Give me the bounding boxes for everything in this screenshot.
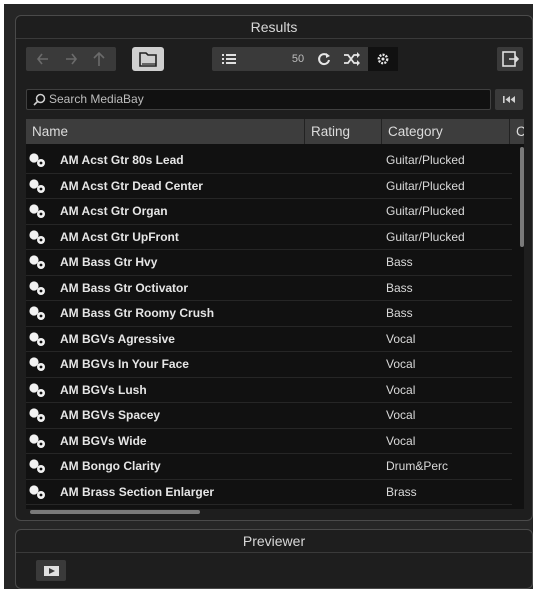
mediabay-window: Results 50 Search MediaBay Name Rating C…: [4, 4, 533, 589]
preset-icon: [29, 433, 45, 448]
row-category: Vocal: [386, 433, 416, 448]
shuffle-icon[interactable]: [340, 47, 364, 71]
search-reset-button[interactable]: [495, 89, 523, 110]
results-panel: Results 50 Search MediaBay Name Rating C…: [15, 15, 533, 521]
row-category: Guitar/Plucked: [386, 204, 465, 218]
preset-icon: [29, 229, 45, 244]
gear-icon: [377, 53, 389, 65]
row-name: AM BGVs Lush: [60, 382, 147, 397]
play-preview-icon: [44, 566, 59, 576]
table-row[interactable]: AM BGVs Agressive Vocal: [26, 327, 512, 352]
table-row[interactable]: AM BGVs Spacey Vocal: [26, 403, 512, 429]
preset-icon: [29, 331, 45, 346]
row-name: AM Acst Gtr UpFront: [60, 229, 179, 244]
previewer-panel: Previewer: [15, 529, 533, 589]
preset-icon: [29, 280, 45, 295]
previewer-title: Previewer: [16, 530, 532, 553]
row-name: AM Bass Gtr Octivator: [60, 280, 189, 295]
row-category: Guitar/Plucked: [386, 229, 465, 244]
table-row[interactable]: AM Bass Gtr Octivator Bass: [26, 276, 512, 301]
vertical-scrollbar[interactable]: [520, 147, 524, 247]
preset-icon: [29, 306, 45, 320]
row-name: AM Bass Gtr Hvy: [60, 255, 158, 269]
row-category: Vocal: [386, 357, 416, 371]
preset-icon: [29, 357, 45, 371]
results-table: Name Rating Category C AM Acst Gtr 80s L…: [26, 119, 524, 509]
table-row[interactable]: AM Bongo Clarity Drum&Perc: [26, 454, 512, 480]
refresh-icon[interactable]: [312, 47, 336, 71]
table-row[interactable]: AM Acst Gtr Organ Guitar/Plucked: [26, 199, 512, 225]
row-category: Bass: [386, 306, 413, 320]
row-category: Guitar/Plucked: [386, 153, 465, 167]
row-category: Vocal: [386, 331, 416, 346]
table-row[interactable]: AM Acst Gtr 80s Lead Guitar/Plucked: [26, 148, 512, 174]
arrow-right-icon[interactable]: [58, 47, 84, 71]
table-row[interactable]: AM Acst Gtr Dead Center Guitar/Plucked: [26, 174, 512, 199]
table-row[interactable]: AM Bass Gtr Roomy Crush Bass: [26, 301, 512, 327]
preset-icon: [29, 255, 45, 269]
export-icon: [502, 51, 520, 67]
skip-back-icon: [503, 96, 515, 103]
list-icon[interactable]: [216, 47, 242, 71]
settings-button[interactable]: [368, 47, 398, 71]
arrow-up-icon[interactable]: [86, 47, 112, 71]
row-category: Brass: [386, 484, 417, 499]
row-name: AM Acst Gtr Dead Center: [60, 178, 203, 193]
horizontal-scrollbar[interactable]: [30, 510, 200, 514]
column-header-more[interactable]: C: [510, 119, 524, 144]
search-input[interactable]: Search MediaBay: [49, 90, 144, 109]
search-icon: [33, 93, 46, 106]
preview-button[interactable]: [36, 560, 66, 581]
table-header: Name Rating Category C: [26, 119, 524, 144]
column-header-category[interactable]: Category: [382, 119, 510, 144]
table-row[interactable]: AM BGVs Wide Vocal: [26, 429, 512, 454]
row-name: AM Bongo Clarity: [60, 459, 161, 473]
row-name: AM BGVs In Your Face: [60, 357, 189, 371]
preset-icon: [29, 204, 45, 218]
row-category: Vocal: [386, 408, 416, 422]
folder-icon: [139, 52, 157, 67]
preset-icon: [29, 178, 45, 193]
preset-icon: [29, 484, 45, 499]
preset-icon: [29, 382, 45, 397]
table-row[interactable]: AM Acst Gtr UpFront Guitar/Plucked: [26, 225, 512, 250]
preset-icon: [29, 153, 45, 167]
results-title: Results: [16, 16, 532, 39]
table-row[interactable]: AM Bass Gtr Hvy Bass: [26, 250, 512, 276]
column-header-name[interactable]: Name: [26, 119, 305, 144]
preset-icon: [29, 408, 45, 422]
column-header-rating[interactable]: Rating: [305, 119, 382, 144]
row-category: Bass: [386, 255, 413, 269]
row-category: Guitar/Plucked: [386, 178, 465, 193]
table-row[interactable]: AM BGVs Lush Vocal: [26, 378, 512, 403]
row-name: AM BGVs Wide: [60, 433, 147, 448]
row-name: AM Acst Gtr 80s Lead: [60, 153, 184, 167]
table-row[interactable]: AM Brass Section Enlarger Brass: [26, 480, 512, 505]
preset-icon: [29, 459, 45, 473]
browse-folder-button[interactable]: [132, 47, 164, 71]
table-row[interactable]: AM BGVs In Your Face Vocal: [26, 352, 512, 378]
row-name: AM Acst Gtr Organ: [60, 204, 168, 218]
row-category: Bass: [386, 280, 413, 295]
search-field[interactable]: Search MediaBay: [26, 89, 491, 110]
navigation-group: [26, 47, 116, 71]
row-category: Vocal: [386, 382, 416, 397]
row-name: AM Brass Section Enlarger: [60, 484, 215, 499]
row-name: AM BGVs Spacey: [60, 408, 161, 422]
arrow-left-icon[interactable]: [30, 47, 56, 71]
row-name: AM Bass Gtr Roomy Crush: [60, 306, 215, 320]
row-name: AM BGVs Agressive: [60, 331, 175, 346]
results-tools-group: 50: [212, 47, 398, 71]
export-button[interactable]: [497, 47, 523, 71]
row-category: Drum&Perc: [386, 459, 449, 473]
results-count[interactable]: 50: [286, 47, 310, 71]
